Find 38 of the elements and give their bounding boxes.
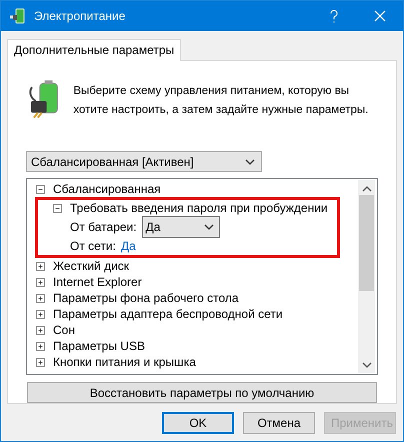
tree-item[interactable]: Параметры фона рабочего стола bbox=[53, 291, 239, 306]
scrollbar[interactable] bbox=[358, 180, 375, 374]
expand-icon[interactable] bbox=[36, 278, 45, 287]
tree-item[interactable]: Жесткий диск bbox=[53, 259, 130, 274]
dialog-button[interactable]: Отмена bbox=[243, 412, 315, 434]
expand-icon[interactable] bbox=[36, 326, 45, 335]
scroll-up-icon[interactable] bbox=[362, 186, 372, 192]
expand-icon[interactable] bbox=[36, 294, 45, 303]
tree-item[interactable]: Кнопки питания и крышка bbox=[53, 355, 196, 370]
plan-dropdown[interactable]: Сбалансированная [Активен] bbox=[26, 150, 262, 172]
dialog-button[interactable]: OK bbox=[162, 412, 234, 434]
tree-item[interactable]: Сбалансированная bbox=[53, 182, 161, 196]
expand-icon[interactable] bbox=[36, 310, 45, 319]
tree-item[interactable]: Сон bbox=[53, 323, 75, 338]
scroll-down-icon[interactable] bbox=[362, 362, 372, 368]
battery-plug-icon bbox=[9, 8, 26, 24]
tree-item[interactable]: Internet Explorer bbox=[53, 275, 142, 290]
collapse-icon[interactable] bbox=[53, 204, 62, 213]
setting-dropdown[interactable]: Да bbox=[142, 216, 220, 238]
collapse-icon[interactable] bbox=[36, 184, 45, 194]
setting-link[interactable]: Да bbox=[120, 239, 136, 254]
tree-item[interactable]: Параметры USB bbox=[53, 339, 145, 354]
instruction-text: Выберите схему управления питанием, которую вы хотите настроить, а затем задайте нужные параметры. bbox=[73, 84, 370, 118]
chevron-down-icon bbox=[204, 224, 214, 230]
chevron-down-icon bbox=[245, 158, 255, 165]
tree-item[interactable]: Параметры адаптера беспроводной сети bbox=[53, 307, 283, 322]
expand-icon[interactable] bbox=[36, 342, 45, 351]
expand-icon[interactable] bbox=[36, 262, 45, 271]
expand-icon[interactable] bbox=[36, 358, 45, 367]
setting-label: От сети: bbox=[70, 239, 116, 254]
scroll-thumb[interactable] bbox=[359, 195, 374, 292]
tab[interactable]: Дополнительные параметры bbox=[7, 39, 182, 61]
restore-defaults-button[interactable]: Восстановить параметры по умолчанию bbox=[27, 382, 377, 403]
close-icon bbox=[374, 10, 386, 22]
setting-label: От батареи: bbox=[70, 220, 137, 234]
window-title: Электропитание bbox=[34, 9, 126, 23]
help-icon bbox=[330, 10, 338, 22]
tree-item[interactable]: Требовать введения пароля при пробуждении bbox=[70, 201, 328, 216]
